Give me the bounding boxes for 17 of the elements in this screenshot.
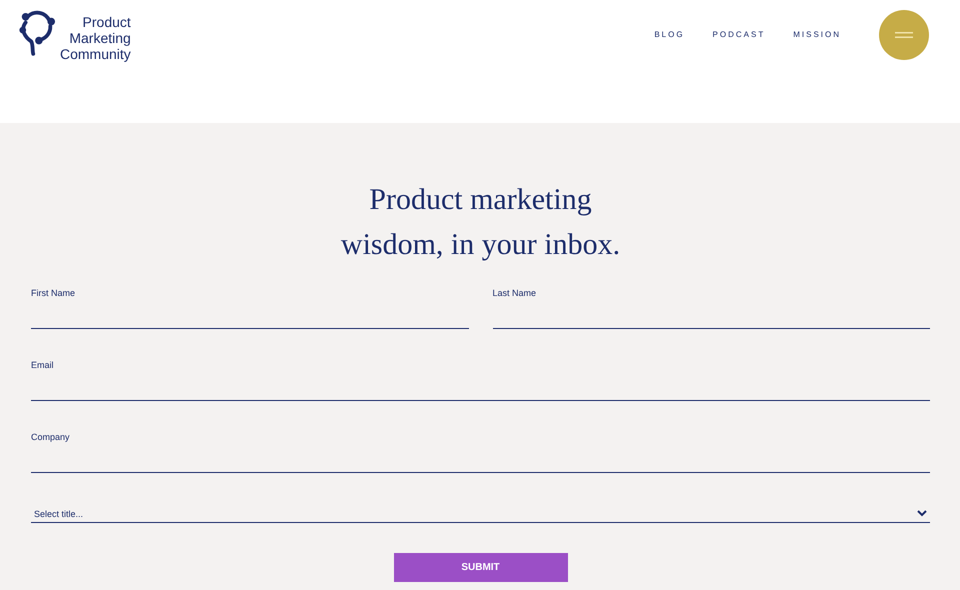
logo-text: Community xyxy=(60,46,131,62)
logo-text: Product xyxy=(82,14,131,30)
nav-link[interactable]: MISSION xyxy=(793,30,841,39)
field-label: Company xyxy=(31,431,70,443)
heading: Product marketing xyxy=(369,182,592,218)
nav-link[interactable]: BLOG xyxy=(654,30,685,39)
field-label: Email xyxy=(31,359,54,371)
chevron-icon xyxy=(917,510,927,517)
field-label: First Name xyxy=(31,287,76,299)
menu-icon xyxy=(895,32,913,38)
field-label: Last Name xyxy=(492,287,536,299)
heading: wisdom, in your inbox. xyxy=(340,227,620,263)
logo-icon xyxy=(18,8,56,56)
nav-link[interactable]: PODCAST xyxy=(712,30,766,39)
select-field[interactable]: Select title... xyxy=(31,505,930,523)
submit-button[interactable]: SUBMIT xyxy=(394,553,568,582)
logo-text: Marketing xyxy=(69,30,131,46)
